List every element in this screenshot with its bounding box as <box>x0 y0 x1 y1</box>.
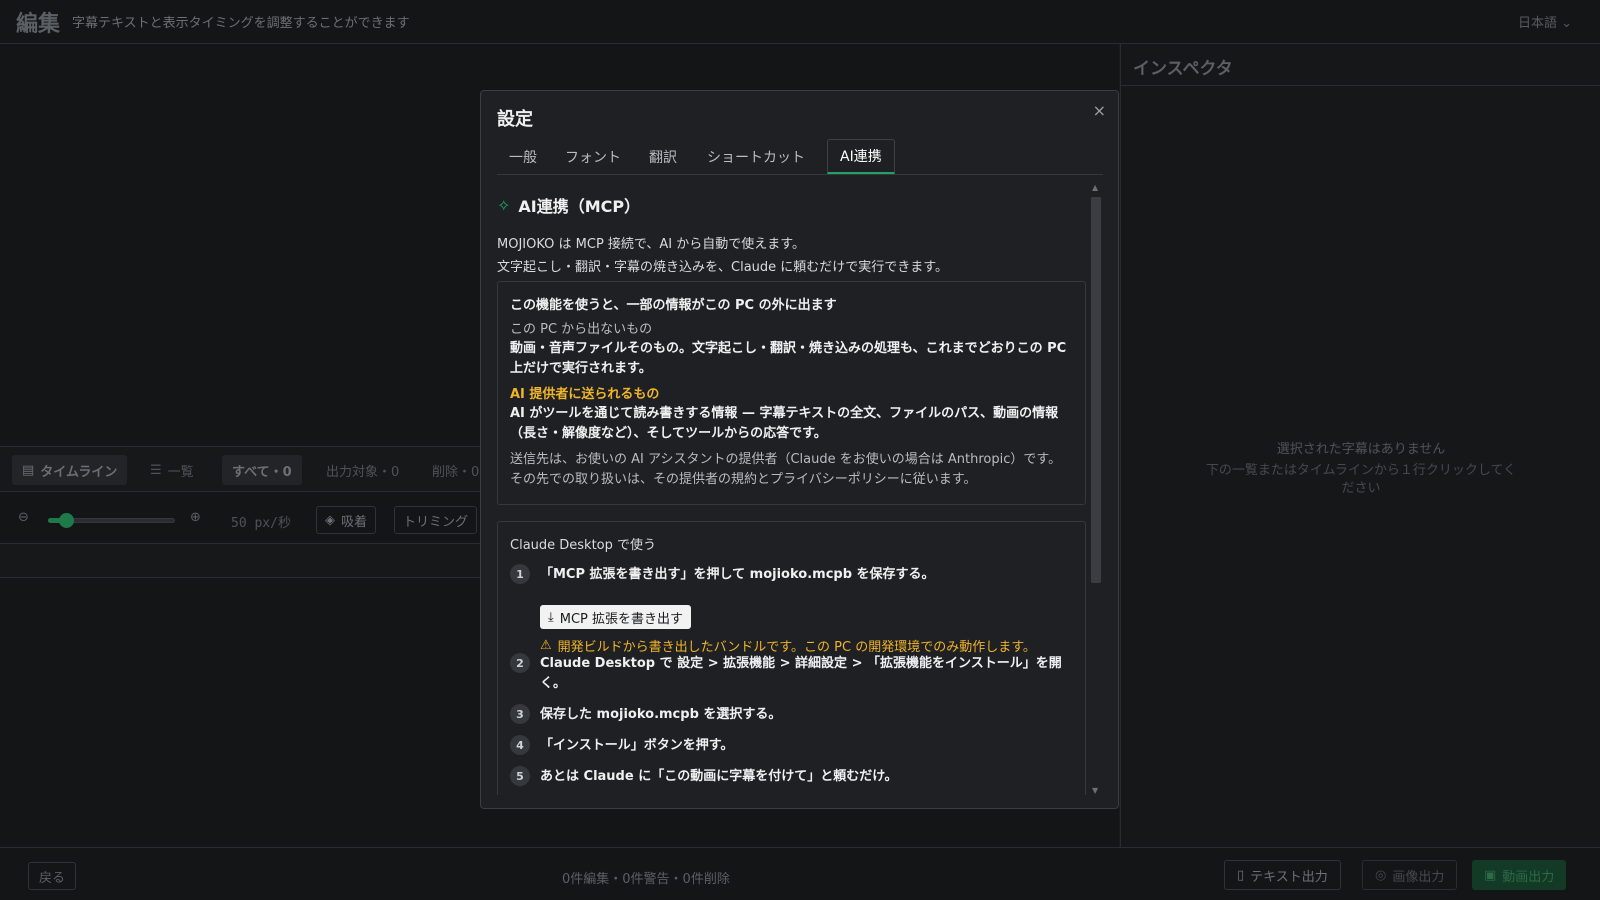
export-mcp-button[interactable]: ⤓ MCP 拡張を書き出す <box>540 605 692 629</box>
step-text: 保存した mojioko.mcpb を選択する。 <box>540 707 782 722</box>
tab-font[interactable]: フォント <box>553 139 633 174</box>
step-text: Claude Desktop で 設定 > 拡張機能 > 詳細設定 > 「拡張機… <box>540 656 1062 691</box>
dev-warning: ⚠ 開発ビルドから書き出したバンドルです。この PC の開発環境でのみ動作します… <box>540 636 1036 655</box>
filter-all[interactable]: すべて・0 <box>222 455 302 485</box>
sent-heading: AI 提供者に送られるもの <box>510 387 660 402</box>
desktop-heading: Claude Desktop で使う <box>510 538 657 553</box>
document-icon: ▯ <box>1237 867 1245 883</box>
step-text: 「インストール」ボタンを押す。 <box>540 738 734 753</box>
tab-timeline-label: タイムライン <box>40 464 118 480</box>
zoom-in-icon[interactable]: ⊕ <box>190 510 201 525</box>
intro-line-1: MOJIOKO は MCP 接続で、AI から自動で使えます。 <box>497 237 805 252</box>
page-subtitle: 字幕テキストと表示タイミングを調整することができます <box>72 16 410 31</box>
tab-ai[interactable]: AI連携 <box>827 139 895 174</box>
dev-warning-text: 開発ビルドから書き出したバンドルです。この PC の開発環境でのみ動作します。 <box>557 640 1036 655</box>
settings-content[interactable]: ✧ AI連携（MCP） MOJIOKO は MCP 接続で、AI から自動で使え… <box>497 183 1088 795</box>
download-icon: ⤓ <box>548 609 554 625</box>
app-root: 編集 字幕テキストと表示タイミングを調整することができます 日本語 ⌄ インスペ… <box>0 0 1600 900</box>
intro-line-2: 文字起こし・翻訳・字幕の焼き込みを、Claude に頼むだけで実行できます。 <box>497 260 948 275</box>
destination-text: 送信先は、お使いの AI アシスタントの提供者（Claude をお使いの場合は … <box>510 452 1062 487</box>
tab-shortcuts[interactable]: ショートカット <box>695 139 817 174</box>
step-number: 3 <box>510 704 530 724</box>
filter-output[interactable]: 出力対象・0 <box>316 455 409 485</box>
image-export-label: 画像出力 <box>1392 869 1445 885</box>
step-number: 2 <box>510 653 530 673</box>
list-icon: ☰ <box>150 462 162 478</box>
step-text: あとは Claude に「この動画に字幕を付けて」と頼むだけ。 <box>540 769 898 784</box>
film-icon: ▣ <box>1484 867 1497 883</box>
zoom-out-icon[interactable]: ⊖ <box>18 510 29 525</box>
snap-label: 吸着 <box>341 514 368 530</box>
inspector-empty-hint: 下の一覧またはタイムラインから１行クリックしてください <box>1205 463 1517 496</box>
desktop-setup: Claude Desktop で使う 1 「MCP 拡張を書き出す」を押して m… <box>497 521 1086 795</box>
close-icon[interactable]: × <box>1093 101 1106 120</box>
footer-bar: 戻る 0件編集・0件警告・0件削除 ▯ テキスト出力 ◎ 画像出力 ▣ 動画出力 <box>0 847 1600 900</box>
snap-button[interactable]: ◈ 吸着 <box>316 506 377 534</box>
tab-timeline[interactable]: ▤ タイムライン <box>12 455 128 485</box>
step-number: 5 <box>510 766 530 786</box>
inspector-title: インスペクタ <box>1121 44 1600 86</box>
trim-button[interactable]: トリミング <box>394 506 478 534</box>
warning-icon: ⚠ <box>540 638 552 653</box>
local-text: 動画・音声ファイルそのもの。文字起こし・翻訳・焼き込みの処理も、これまでどおりこ… <box>510 341 1067 376</box>
scroll-up-icon[interactable]: ▲ <box>1092 183 1098 192</box>
video-export-button[interactable]: ▣ 動画出力 <box>1472 860 1567 890</box>
inspector-panel: インスペクタ 選択された字幕はありません 下の一覧またはタイムラインから１行クリ… <box>1120 44 1600 847</box>
video-export-label: 動画出力 <box>1502 869 1555 885</box>
text-export-button[interactable]: ▯ テキスト出力 <box>1224 860 1341 890</box>
settings-modal: 設定 × 一般 フォント 翻訳 ショートカット AI連携 ✧ AI連携（MCP）… <box>480 90 1119 809</box>
privacy-heading: この機能を使うと、一部の情報がこの PC の外に出ます <box>510 298 837 313</box>
tab-general[interactable]: 一般 <box>497 139 549 174</box>
modal-title: 設定 <box>497 109 533 130</box>
page-title: 編集 <box>16 11 61 37</box>
inspector-empty-title: 選択された字幕はありません <box>1276 442 1446 457</box>
section-title-text: AI連携（MCP） <box>518 197 641 216</box>
zoom-slider-thumb[interactable] <box>59 513 74 528</box>
settings-scrollbar[interactable]: ▲ ▼ <box>1090 183 1102 795</box>
step-number: 4 <box>510 735 530 755</box>
local-heading: この PC から出ないもの <box>510 322 653 337</box>
step-text: 「MCP 拡張を書き出す」を押して mojioko.mcpb を保存する。 <box>540 567 935 582</box>
step-number: 1 <box>510 564 530 584</box>
privacy-notice: この機能を使うと、一部の情報がこの PC の外に出ます この PC から出ないも… <box>497 281 1086 505</box>
camera-icon: ◎ <box>1375 867 1387 883</box>
scrollbar-thumb[interactable] <box>1091 197 1101 583</box>
app-header: 編集 字幕テキストと表示タイミングを調整することができます 日本語 ⌄ <box>0 0 1600 44</box>
language-select[interactable]: 日本語 ⌄ <box>1518 12 1572 31</box>
image-export-button[interactable]: ◎ 画像出力 <box>1362 860 1458 890</box>
intro-text: MOJIOKO は MCP 接続で、AI から自動で使えます。 文字起こし・翻訳… <box>497 233 948 279</box>
zoom-label: 50 px/秒 <box>231 516 291 531</box>
tab-list[interactable]: ☰ 一覧 <box>140 455 204 485</box>
tab-translation[interactable]: 翻訳 <box>637 139 689 174</box>
magnet-icon: ◈ <box>325 512 335 528</box>
scroll-down-icon[interactable]: ▼ <box>1092 786 1098 795</box>
text-export-label: テキスト出力 <box>1250 869 1328 885</box>
sent-text: AI がツールを通じて読み書きする情報 — 字幕テキストの全文、ファイルのパス、… <box>510 406 1059 441</box>
timeline-icon: ▤ <box>22 462 35 478</box>
section-title: ✧ AI連携（MCP） <box>497 193 640 217</box>
tab-list-label: 一覧 <box>167 464 194 480</box>
settings-tabs: 一般 フォント 翻訳 ショートカット AI連携 <box>497 139 1103 175</box>
sparkle-icon: ✧ <box>497 195 511 215</box>
edit-status: 0件編集・0件警告・0件削除 <box>562 872 730 887</box>
export-mcp-label: MCP 拡張を書き出す <box>559 611 684 627</box>
back-button[interactable]: 戻る <box>28 862 77 890</box>
